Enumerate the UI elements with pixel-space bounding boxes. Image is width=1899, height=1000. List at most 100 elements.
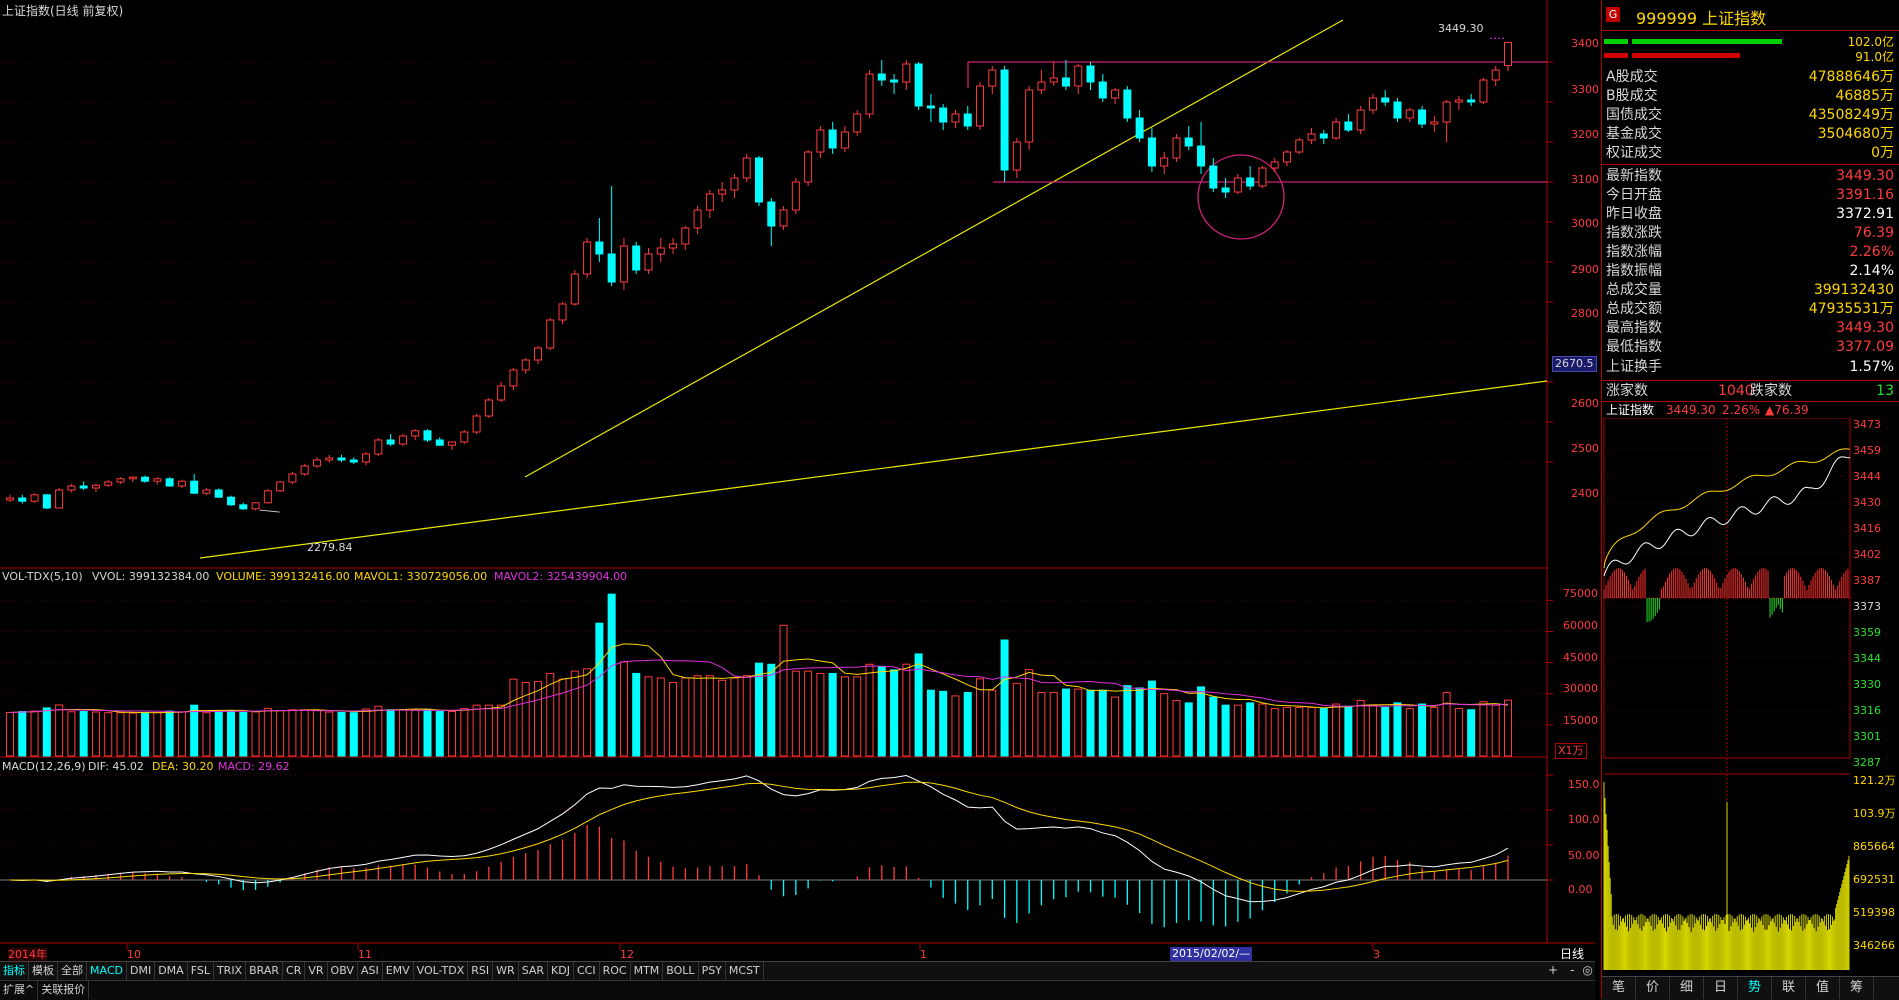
support-trendline — [199, 380, 1548, 559]
time-axis-cursor-date: 2015/02/02/— — [1170, 947, 1253, 961]
mavol2-value: MAVOL2: 325439904.00 — [494, 570, 628, 583]
tab-fsl[interactable]: FSL — [188, 962, 214, 980]
chart-title: 上证指数(日线 前复权) — [2, 4, 124, 18]
tab-daily[interactable]: 日 — [1704, 977, 1738, 999]
tab-related-quotes[interactable]: 关联报价 — [38, 981, 90, 999]
tab-price[interactable]: 价 — [1636, 977, 1670, 999]
candle-body — [791, 181, 800, 211]
candle-body — [300, 465, 309, 475]
tab-template[interactable]: 模板 — [29, 962, 58, 980]
tab-indicator[interactable]: 指标 — [0, 962, 29, 980]
quote-row-label: 指数涨幅 — [1606, 243, 1662, 260]
tab-sar[interactable]: SAR — [519, 962, 549, 980]
tab-dmi[interactable]: DMI — [127, 962, 156, 980]
tab-linked[interactable]: 联 — [1772, 977, 1806, 999]
tab-trix[interactable]: TRIX — [214, 962, 247, 980]
period-label[interactable]: 日线 — [1560, 947, 1584, 961]
volume-bar — [177, 711, 186, 757]
tab-chips[interactable]: 筹 — [1840, 977, 1874, 999]
volume-axis-label: 60000 — [1563, 619, 1598, 632]
volume-bar — [1184, 702, 1193, 757]
tab-mtm[interactable]: MTM — [631, 962, 664, 980]
volume-bar — [1061, 688, 1070, 757]
quote-row-value: 46885万 — [1835, 88, 1894, 105]
mini-price-axis-label: 3330 — [1853, 678, 1881, 691]
candle-body — [742, 157, 751, 179]
tab-cci[interactable]: CCI — [574, 962, 600, 980]
security-code-name[interactable]: 999999 上证指数 — [1636, 5, 1766, 29]
volume-bar — [300, 709, 309, 757]
tab-expand[interactable]: 扩展^ — [0, 981, 39, 999]
candle-body — [1147, 137, 1156, 167]
mini-price-axis-label: 3359 — [1853, 626, 1881, 639]
tab-mcst[interactable]: MCST — [726, 962, 764, 980]
mini-price-axis-label: 3373 — [1853, 600, 1881, 613]
vol-indicator-name: VOL-TDX(5,10) — [2, 570, 83, 583]
volume-bar — [337, 711, 346, 757]
volume-bar — [153, 711, 162, 757]
dif-line — [9, 775, 1509, 903]
reset-view-icon[interactable]: ◎ — [1582, 963, 1592, 977]
candle-body — [325, 457, 334, 461]
volume-bar — [1368, 704, 1377, 757]
tab-cr[interactable]: CR — [283, 962, 306, 980]
tab-roc[interactable]: ROC — [600, 962, 631, 980]
buy-sell-bars: 102.0亿 91.0亿 — [1602, 33, 1899, 65]
volume-axis-label: 30000 — [1563, 682, 1598, 695]
tab-all[interactable]: 全部 — [58, 962, 87, 980]
candle-body — [1037, 81, 1046, 91]
quote-row-value: 3504680万 — [1817, 126, 1894, 143]
volume-bar — [1319, 708, 1328, 757]
intraday-mini-chart[interactable]: 3473 3459 3444 3430 3416 3402 3387 3373 3359 3344… — [1602, 418, 1899, 970]
tab-detail[interactable]: 细 — [1670, 977, 1704, 999]
volume-bar — [484, 704, 493, 757]
tab-vol-tdx[interactable]: VOL-TDX — [414, 962, 469, 980]
tab-value[interactable]: 值 — [1806, 977, 1840, 999]
tab-tick[interactable]: 笔 — [1602, 977, 1636, 999]
tab-kdj[interactable]: KDJ — [548, 962, 574, 980]
candle-body — [607, 253, 616, 283]
candle-body — [276, 481, 285, 492]
zoom-out-button[interactable]: - — [1570, 963, 1574, 977]
tab-psy[interactable]: PSY — [699, 962, 726, 980]
volume-bar — [239, 711, 248, 757]
volume-bar — [214, 710, 223, 757]
candle-body — [570, 273, 579, 305]
tab-boll[interactable]: BOLL — [663, 962, 699, 980]
candle-body — [337, 457, 346, 461]
zoom-in-button[interactable]: + — [1548, 963, 1558, 977]
candle-body — [1319, 133, 1328, 139]
tab-wr[interactable]: WR — [493, 962, 519, 980]
volume-bar — [1282, 706, 1291, 757]
macd-indicator-name: MACD(12,26,9) — [2, 760, 86, 773]
tab-brar[interactable]: BRAR — [246, 962, 284, 980]
candle-body — [865, 73, 874, 115]
macd-axis-label: 0.00 — [1568, 883, 1593, 896]
tab-asi[interactable]: ASI — [358, 962, 383, 980]
tab-vr[interactable]: VR — [305, 962, 328, 980]
candle-body — [460, 431, 469, 443]
tab-macd[interactable]: MACD — [87, 962, 127, 980]
volume-bar — [1037, 692, 1046, 757]
tab-dma[interactable]: DMA — [155, 962, 188, 980]
tab-rsi[interactable]: RSI — [468, 962, 494, 980]
buy-bar-green-long — [1632, 39, 1782, 44]
quote-row-value: 47888646万 — [1808, 69, 1894, 85]
kline-chart[interactable] — [0, 0, 1595, 961]
candle-body — [926, 105, 935, 109]
quote-row-value: 76.39 — [1853, 224, 1894, 241]
tab-obv[interactable]: OBV — [328, 962, 358, 980]
volume-bar — [1307, 706, 1316, 757]
quote-row: 最高指数 3449.30 — [1602, 319, 1899, 338]
main-chart-area[interactable]: 上证指数(日线 前复权) 3449.30 2279.84 2670.5 VOL-… — [0, 0, 1600, 962]
volume-bar — [1442, 692, 1451, 757]
tab-trend[interactable]: 势 — [1738, 977, 1772, 999]
quote-row-label: 基金成交 — [1606, 126, 1662, 143]
candle-body — [902, 63, 911, 83]
tab-emv[interactable]: EMV — [383, 962, 414, 980]
candle-body — [1491, 69, 1500, 81]
volume-bar — [669, 682, 678, 757]
candle-body — [202, 489, 211, 494]
candle-body — [1000, 69, 1009, 171]
volume-bar — [202, 712, 211, 757]
